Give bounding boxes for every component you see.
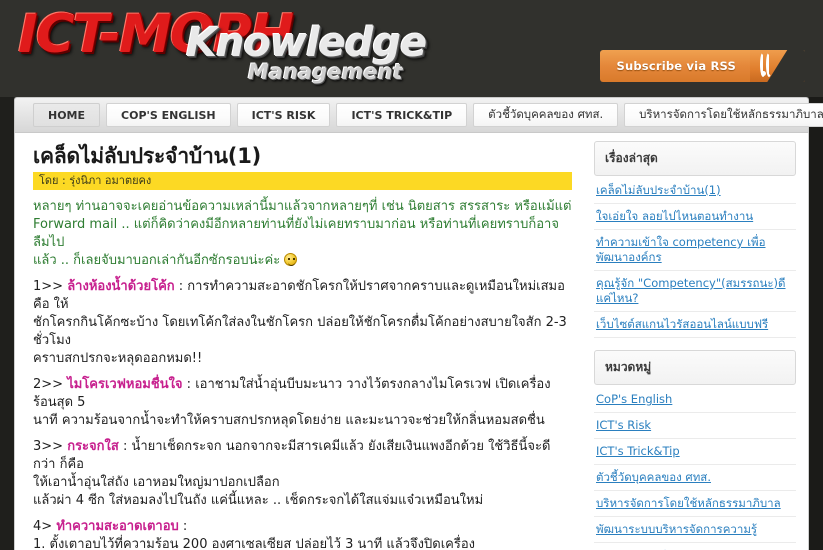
subscribe-rss-button[interactable]: Subscribe via RSS xyxy=(600,50,805,82)
section-2-sep: : xyxy=(182,377,196,393)
section-1-sep: : xyxy=(174,279,188,295)
list-item[interactable]: ทำความเข้าใจ competency เพื่อพัฒนาองค์กร xyxy=(594,230,796,271)
section-3-line-2: ให้เอาน้ำอุ่นใส่ถัง เอาหอมใหญ่มาปอกเปลือ… xyxy=(33,475,280,491)
list-item[interactable]: ICT's Trick&Tip xyxy=(594,439,796,465)
sidebar-link-latest-1[interactable]: เคล็ดไม่ลับประจำบ้าน(1) xyxy=(596,183,794,198)
widget-categories-title: หมวดหมู่ xyxy=(594,350,796,385)
left-edge-shadow xyxy=(0,88,14,550)
sidebar-link-cat-3[interactable]: ICT's Trick&Tip xyxy=(596,444,794,459)
section-4-number: 4> xyxy=(33,519,53,535)
intro-line-2: Forward mail .. แต่ก็คิดว่าคงมีอีกหลายท่… xyxy=(33,217,559,251)
section-1-number: 1>> xyxy=(33,279,64,295)
content-wrapper: เคล็ดไม่ลับประจำบ้าน(1) โดย : รุ่งนิภา อ… xyxy=(14,133,809,550)
post-byline: โดย : รุ่งนิภา อมาตยคง xyxy=(33,172,572,191)
rss-icon xyxy=(760,52,782,77)
section-4-sep: : xyxy=(178,519,188,535)
sidebar: เรื่องล่าสุด เคล็ดไม่ลับประจำบ้าน(1) ใจเ… xyxy=(588,133,808,550)
sidebar-link-latest-4[interactable]: คุณรู้จัก "Competency"(สมรรถนะ)ดีแค่ไหน? xyxy=(596,276,794,306)
sidebar-link-cat-5[interactable]: บริหารจัดการโดยใช้หลักธรรมาภิบาล xyxy=(596,496,794,511)
page-title: เคล็ดไม่ลับประจำบ้าน(1) xyxy=(33,144,262,168)
list-item[interactable]: ตัวชี้วัดบุคคลของ ศทส. xyxy=(594,465,796,491)
post-section-2: 2>> ไมโครเวฟหอมชื่นใจ : เอาชามใส่น้ำอุ่น… xyxy=(33,376,572,430)
section-2-number: 2>> xyxy=(33,377,64,393)
widget-categories-list: CoP's English ICT's Risk ICT's Trick&Tip… xyxy=(594,387,796,550)
list-item[interactable]: ICT's Risk xyxy=(594,413,796,439)
sidebar-link-cat-6[interactable]: พัฒนาระบบบริหารจัดการความรู้ xyxy=(596,522,794,537)
widget-categories: หมวดหมู่ CoP's English ICT's Risk ICT's … xyxy=(594,350,796,550)
widget-latest-posts-title: เรื่องล่าสุด xyxy=(594,141,796,176)
sidebar-link-cat-2[interactable]: ICT's Risk xyxy=(596,418,794,433)
intro-line-1: หลายๆ ท่านอาจจะเคยอ่านข้อความเหล่านี้มาแ… xyxy=(33,199,572,215)
nav-item-kpi[interactable]: ตัวชี้วัดบุคคลของ ศทส. xyxy=(473,103,619,127)
sidebar-link-latest-5[interactable]: เว็บไซต์สแกนไวรัสออนไลน์แบบฟรี xyxy=(596,317,794,332)
list-item[interactable]: พัฒนาระบบบริหารทรัพยากรบุคคล xyxy=(594,543,796,550)
site-header: ICT-MOPH Knowledge Management Subscribe … xyxy=(0,0,823,97)
section-1-line-2: ชักโครกกินโค้กซะบ้าง โดยเทโค้กใส่ลงในชัก… xyxy=(33,315,567,349)
nav-item-cops-english[interactable]: COP'S ENGLISH xyxy=(106,103,231,127)
section-2-heading: ไมโครเวฟหอมชื่นใจ xyxy=(67,377,183,393)
nav-item-icts-risk[interactable]: ICT'S RISK xyxy=(236,103,331,127)
widget-latest-posts: เรื่องล่าสุด เคล็ดไม่ลับประจำบ้าน(1) ใจเ… xyxy=(594,141,796,338)
list-item[interactable]: ใจเอ่ยใจ ลอยไปไหนตอนทำงาน xyxy=(594,204,796,230)
widget-latest-posts-list: เคล็ดไม่ลับประจำบ้าน(1) ใจเอ่ยใจ ลอยไปไห… xyxy=(594,178,796,338)
nav-item-governance[interactable]: บริหารจัดการโดยใช้หลักธรรมาภิบาล xyxy=(624,103,823,127)
list-item[interactable]: พัฒนาระบบบริหารจัดการความรู้ xyxy=(594,517,796,543)
sidebar-link-latest-3[interactable]: ทำความเข้าใจ competency เพื่อพัฒนาองค์กร xyxy=(596,235,794,265)
page-root: ICT-MOPH Knowledge Management Subscribe … xyxy=(0,0,823,550)
nav-item-icts-trick-tip[interactable]: ICT'S TRICK&TIP xyxy=(336,103,468,127)
subscribe-rss-label: Subscribe via RSS xyxy=(600,50,750,82)
section-3-sep: : xyxy=(118,439,132,455)
section-1-line-3: คราบสกปรกจะหลุดออกหมด!! xyxy=(33,351,203,367)
main-navigation[interactable]: HOME COP'S ENGLISH ICT'S RISK ICT'S TRIC… xyxy=(14,97,823,133)
sidebar-link-cat-4[interactable]: ตัวชี้วัดบุคคลของ ศทส. xyxy=(596,470,794,485)
site-logo[interactable]: ICT-MOPH Knowledge Management xyxy=(18,2,438,90)
sidebar-link-latest-2[interactable]: ใจเอ่ยใจ ลอยไปไหนตอนทำงาน xyxy=(596,209,794,224)
list-item[interactable]: เคล็ดไม่ลับประจำบ้าน(1) xyxy=(594,178,796,204)
list-item[interactable]: CoP's English xyxy=(594,387,796,413)
section-3-number: 3>> xyxy=(33,439,64,455)
post-main-column: เคล็ดไม่ลับประจำบ้าน(1) โดย : รุ่งนิภา อ… xyxy=(15,133,590,550)
post-intro-paragraph: หลายๆ ท่านอาจจะเคยอ่านข้อความเหล่านี้มาแ… xyxy=(33,198,572,270)
nav-item-home[interactable]: HOME xyxy=(33,103,101,127)
sidebar-link-cat-1[interactable]: CoP's English xyxy=(596,392,794,407)
list-item[interactable]: คุณรู้จัก "Competency"(สมรรถนะ)ดีแค่ไหน? xyxy=(594,271,796,312)
smiley-icon xyxy=(284,253,298,267)
post-section-3: 3>> กระจกใส : น้ำยาเช็ดกระจก นอกจากจะมีส… xyxy=(33,438,572,510)
section-3-line-3: แล้วผ่า 4 ซีก ใส่หอมลงไปในถัง แค่นี้แหละ… xyxy=(33,493,484,509)
logo-management-text: Management xyxy=(248,60,403,84)
section-4-heading: ทำความสะอาดเตาอบ xyxy=(56,519,179,535)
section-1-heading: ล้างห้องน้ำด้วยโค้ก xyxy=(67,279,175,295)
section-2-line-2: นาที ความร้อนจากน้ำจะทำให้คราบสกปรกหลุดโ… xyxy=(33,413,545,429)
list-item[interactable]: เว็บไซต์สแกนไวรัสออนไลน์แบบฟรี xyxy=(594,312,796,338)
list-item[interactable]: บริหารจัดการโดยใช้หลักธรรมาภิบาล xyxy=(594,491,796,517)
section-4-item-1: 1. ตั้งเตาอบไว้ที่ความร้อน 200 องศาเซลเซ… xyxy=(33,537,475,550)
rss-ribbon-tail xyxy=(750,50,805,82)
post-section-4: 4> ทำความสะอาดเตาอบ : 1. ตั้งเตาอบไว้ที่… xyxy=(33,518,572,550)
section-3-heading: กระจกใส xyxy=(67,439,119,455)
post-section-1: 1>> ล้างห้องน้ำด้วยโค้ก : การทำความสะอาด… xyxy=(33,278,572,368)
intro-line-3: แล้ว .. ก็เลยจับมาบอกเล่ากันอีกซักรอบน่ะ… xyxy=(33,253,281,269)
